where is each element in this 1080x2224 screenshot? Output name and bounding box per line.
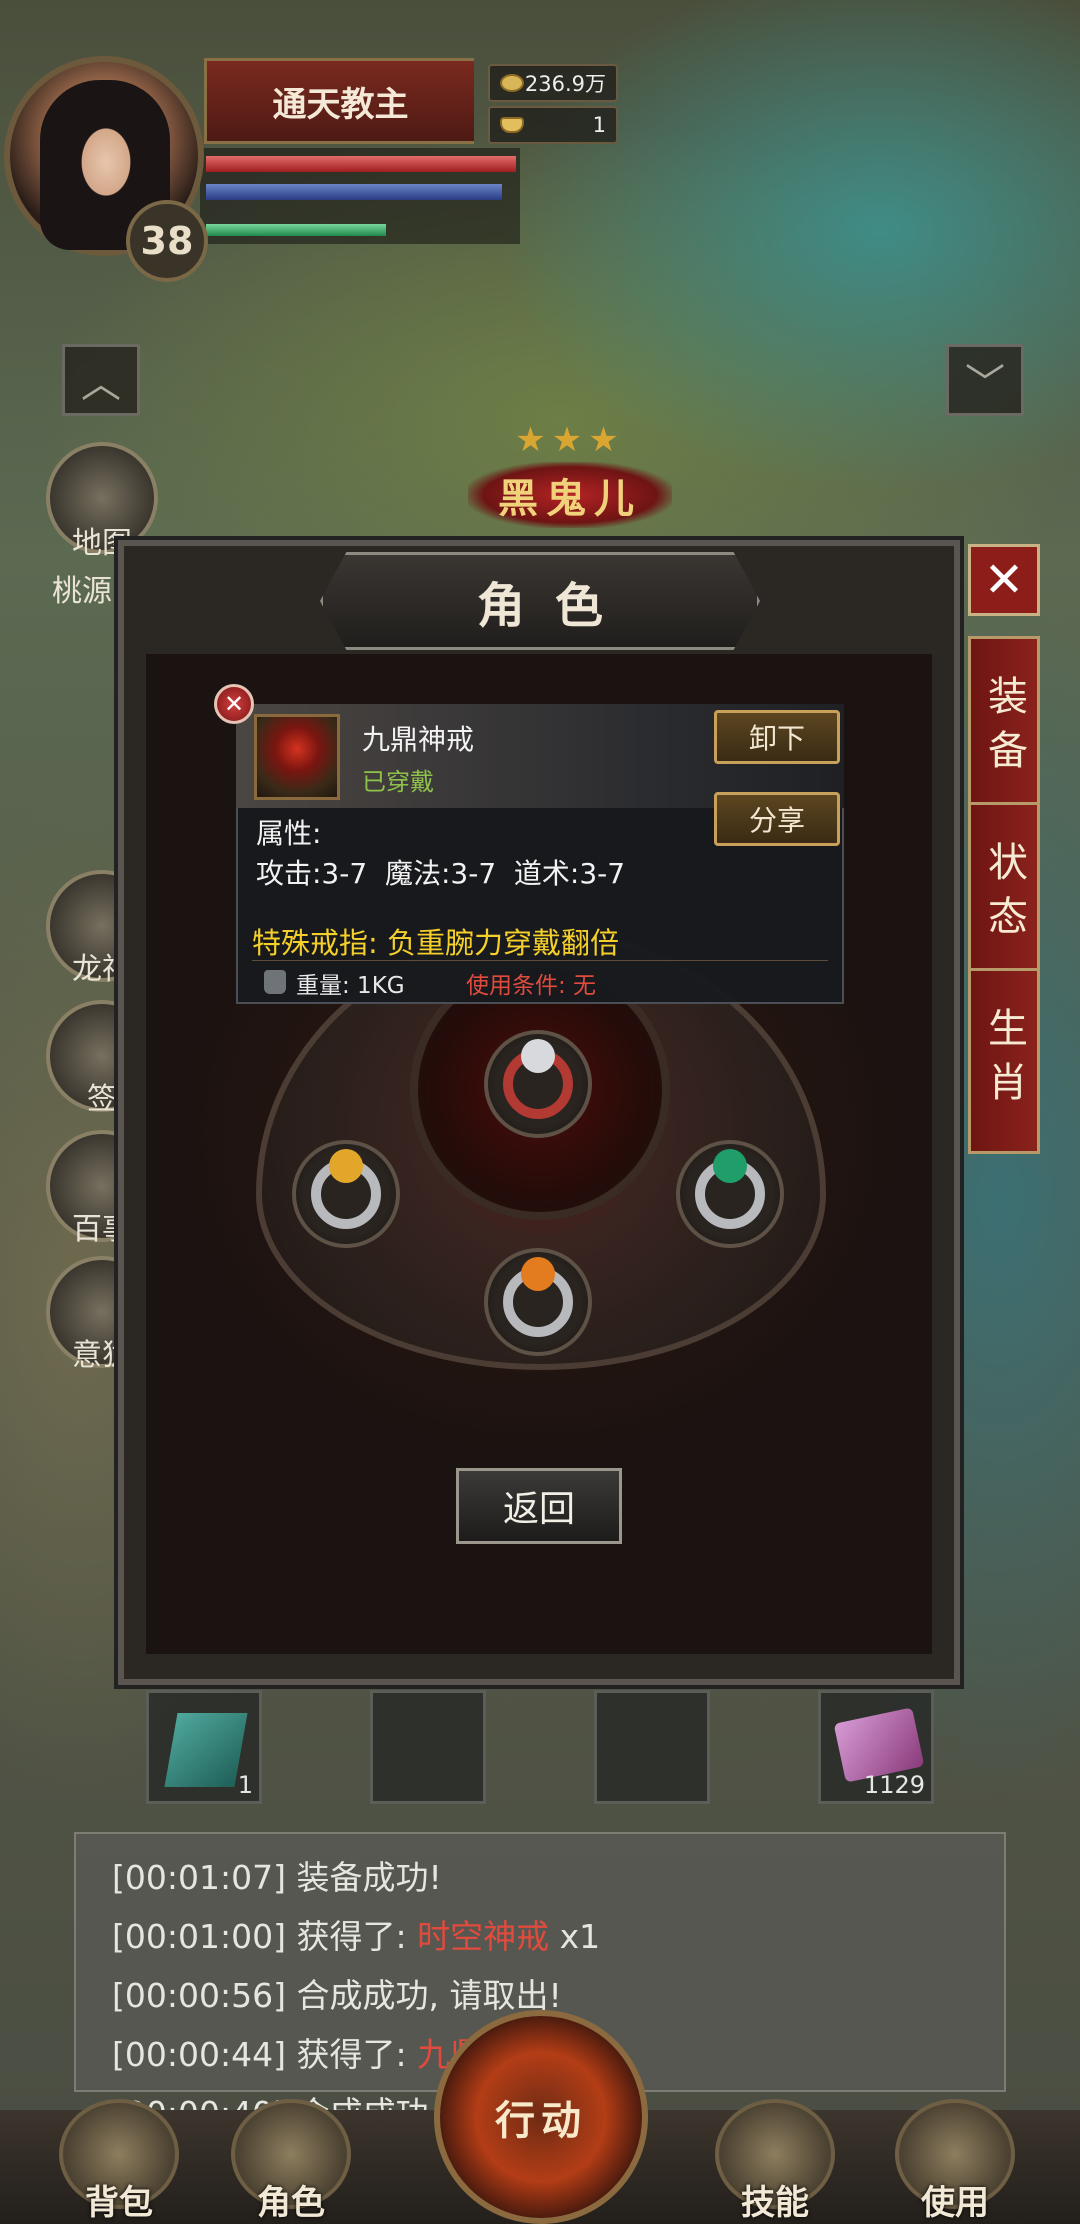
item-name: 九鼎神戒 [362, 723, 475, 756]
log-line: [00:01:07] 装备成功! [112, 1848, 968, 1907]
quick-slot-3[interactable] [594, 1690, 710, 1804]
special-effect: 特殊戒指: 负重腕力穿戴翻倍 [252, 926, 619, 960]
quick-slot-2[interactable] [370, 1690, 486, 1804]
ring-icon [503, 1257, 573, 1337]
tab-status[interactable]: 状态 [968, 802, 1040, 988]
use-requirement: 使用条件: 无 [466, 973, 597, 999]
ring-slot-bottom[interactable] [484, 1248, 592, 1356]
skill-button[interactable]: 技能 [700, 2082, 850, 2224]
ring-icon [695, 1149, 765, 1229]
slot-count: 1 [237, 1771, 253, 1799]
log-text: 合成成功, 请取出! [296, 1976, 562, 2015]
ring-slot-right[interactable] [676, 1140, 784, 1248]
ring-icon [503, 1039, 573, 1119]
log-line: [00:01:00] 获得了: 时空神戒 x1 [112, 1907, 968, 1966]
skill-label: 技能 [741, 2183, 809, 2223]
gold-amount: 236.9万 [524, 72, 606, 96]
ring-gem [521, 1039, 555, 1073]
log-text: 装备成功! [296, 1858, 442, 1897]
use-label: 使用 [921, 2183, 989, 2223]
tab-status-label: 状态 [981, 841, 1027, 949]
tab-equipment[interactable]: 装备 [968, 636, 1040, 822]
ingot-icon [500, 117, 524, 133]
log-time: [00:01:00] [112, 1917, 286, 1956]
unequip-button[interactable]: 卸下 [714, 710, 840, 764]
log-text: 获得了: [296, 1917, 407, 1956]
ring-slot-center[interactable] [484, 1030, 592, 1138]
tab-zodiac[interactable]: 生肖 [968, 968, 1040, 1154]
bag-label: 背包 [85, 2183, 153, 2223]
use-button[interactable]: 使用 [880, 2082, 1030, 2224]
npc-nameplate[interactable]: ★★★ 黑鬼儿 [440, 420, 700, 528]
ring-slot-left[interactable] [292, 1140, 400, 1248]
weight-icon [264, 970, 286, 994]
player-level: 38 [126, 200, 208, 282]
log-time: [00:01:07] [112, 1858, 286, 1897]
log-text: 获得了: [296, 2035, 407, 2074]
tooltip-close-button[interactable]: ✕ [214, 684, 254, 724]
book-icon [164, 1713, 248, 1787]
dialog-title: 角色 [476, 578, 633, 634]
back-button[interactable]: 返回 [456, 1468, 622, 1544]
map-button[interactable]: 地图 [46, 442, 158, 561]
log-time: [00:00:44] [112, 2035, 286, 2074]
attributes-values: 攻击:3-7 魔法:3-7 道术:3-7 [256, 857, 626, 890]
npc-name: 黑鬼儿 [468, 462, 672, 528]
tab-equipment-label: 装备 [981, 675, 1027, 783]
tab-zodiac-label: 生肖 [981, 1007, 1027, 1115]
log-item: 时空神戒 [417, 1917, 550, 1956]
bag-button[interactable]: 背包 [44, 2082, 194, 2224]
role-label: 角色 [257, 2183, 325, 2223]
scroll-up-button[interactable]: ︿ [62, 344, 140, 416]
ring-gem [521, 1257, 555, 1291]
ingot-display: 1 [488, 106, 618, 144]
exp-bar [206, 224, 386, 236]
gold-coin-icon [500, 74, 524, 92]
slot-count: 1129 [863, 1771, 925, 1799]
chevron-down-icon: ﹀ [965, 361, 1005, 407]
item-equipped-state: 已穿戴 [362, 768, 434, 796]
log-suffix: x1 [549, 1917, 601, 1956]
ring-item-icon [254, 714, 340, 800]
mp-bar [206, 184, 502, 200]
share-button[interactable]: 分享 [714, 792, 840, 846]
location-label: 桃源 [52, 574, 112, 609]
npc-stars: ★★★ [515, 420, 625, 460]
ring-gem [329, 1149, 363, 1183]
attributes-heading: 属性: [256, 817, 322, 850]
quick-slot-1[interactable]: 1 [146, 1690, 262, 1804]
close-button[interactable]: ✕ [968, 544, 1040, 616]
ingot-amount: 1 [592, 113, 606, 137]
gold-display: 236.9万 [488, 64, 618, 102]
log-time: [00:00:56] [112, 1976, 286, 2015]
dialog-title-plate: 角色 [320, 552, 760, 650]
quick-slot-4[interactable]: 1129 [818, 1690, 934, 1804]
player-name: 通天教主 [204, 58, 474, 144]
ring-icon [311, 1149, 381, 1229]
close-icon: ✕ [983, 552, 1025, 608]
hp-bar [206, 156, 516, 172]
ring-gem [713, 1149, 747, 1183]
scroll-down-button[interactable]: ﹀ [946, 344, 1024, 416]
role-button[interactable]: 角色 [216, 2082, 366, 2224]
chevron-up-icon: ︿ [81, 361, 121, 407]
item-weight: 重量: 1KG [296, 973, 405, 999]
close-icon: ✕ [223, 690, 245, 718]
action-button[interactable]: 行动 [434, 2010, 648, 2224]
divider [252, 960, 828, 961]
